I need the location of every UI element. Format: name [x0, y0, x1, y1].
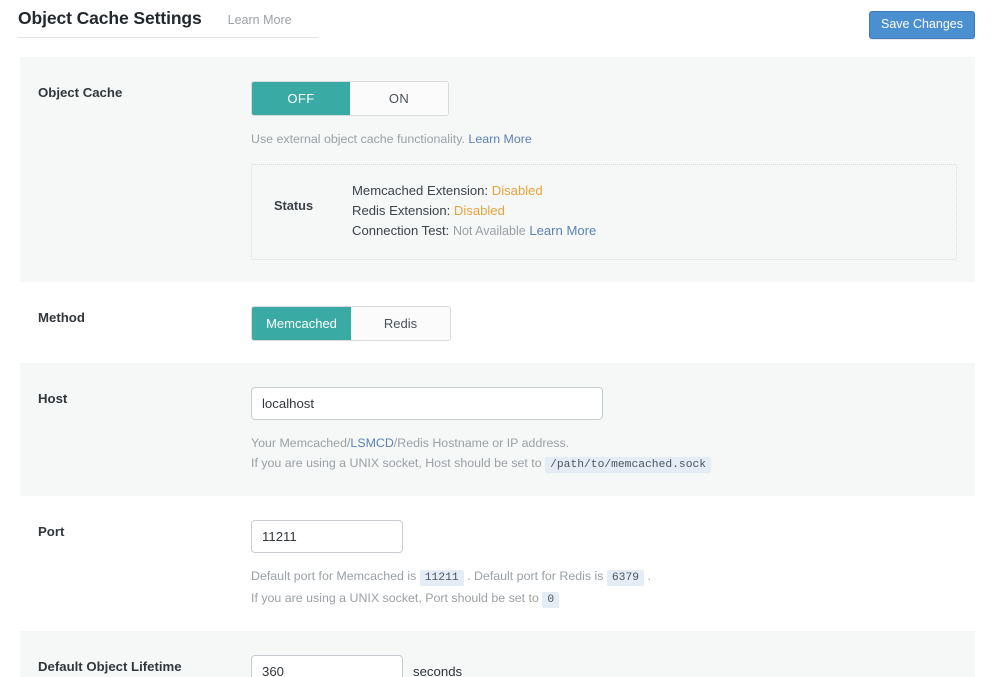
- settings-row-host: Host Your Memcached/LSMCD/Redis Hostname…: [20, 362, 975, 497]
- lifetime-unit-label: seconds: [413, 663, 463, 677]
- status-lines: Memcached Extension: Disabled Redis Exte…: [352, 181, 596, 241]
- method-toggle-memcached[interactable]: Memcached: [252, 306, 351, 340]
- port-help-text: Default port for Memcached is 11211 . De…: [251, 566, 957, 609]
- settings-row-object-cache: Object Cache OFF ON Use external object …: [20, 57, 975, 282]
- object-cache-status-panel: Status Memcached Extension: Disabled Red…: [251, 164, 957, 260]
- page-header: Object Cache Settings Learn More Save Ch…: [0, 0, 993, 57]
- row-label-method: Method: [38, 309, 85, 325]
- method-toggle-redis[interactable]: Redis: [351, 306, 450, 340]
- row-field-method: Memcached Redis: [251, 282, 975, 363]
- row-label-default-object-lifetime: Default Object Lifetime: [38, 658, 182, 674]
- header-learn-more-link[interactable]: Learn More: [228, 13, 292, 27]
- status-panel-label: Status: [274, 198, 314, 214]
- host-help-socket-path-code: /path/to/memcached.sock: [545, 456, 712, 473]
- port-input[interactable]: [251, 520, 403, 554]
- host-help-line1-suffix: /Redis Hostname or IP address.: [393, 435, 570, 450]
- object-cache-toggle-off[interactable]: OFF: [252, 82, 350, 115]
- host-help-text: Your Memcached/LSMCD/Redis Hostname or I…: [251, 433, 957, 474]
- port-help-line-1: Default port for Memcached is 11211 . De…: [251, 566, 957, 587]
- host-help-line-2: If you are using a UNIX socket, Host sho…: [251, 453, 957, 474]
- status-line-redis-extension: Redis Extension: Disabled: [352, 201, 596, 221]
- port-help-line-2: If you are using a UNIX socket, Port sho…: [251, 588, 957, 609]
- status-line-memcached-extension: Memcached Extension: Disabled: [352, 181, 596, 201]
- host-help-line-1: Your Memcached/LSMCD/Redis Hostname or I…: [251, 433, 957, 453]
- row-field-object-cache: OFF ON Use external object cache functio…: [251, 57, 975, 282]
- settings-row-port: Port Default port for Memcached is 11211…: [20, 496, 975, 631]
- row-field-port: Default port for Memcached is 11211 . De…: [251, 496, 975, 631]
- object-cache-toggle-on[interactable]: ON: [350, 82, 448, 115]
- host-help-line2-prefix: If you are using a UNIX socket, Host sho…: [251, 455, 542, 470]
- save-changes-button[interactable]: Save Changes: [868, 11, 975, 39]
- port-help-line1-c: .: [647, 569, 651, 584]
- status-key-memcached-extension: Memcached Extension:: [352, 183, 489, 199]
- row-label-host: Host: [38, 390, 68, 406]
- port-help-memcached-default-code: 11211: [419, 570, 464, 587]
- status-connection-test-learn-more-link[interactable]: Learn More: [529, 223, 596, 238]
- row-field-host: Your Memcached/LSMCD/Redis Hostname or I…: [251, 363, 975, 496]
- object-cache-help-text: Use external object cache functionality.…: [251, 129, 957, 149]
- status-key-redis-extension: Redis Extension:: [352, 202, 451, 218]
- default-object-lifetime-input[interactable]: [251, 654, 403, 677]
- status-value-memcached-extension: Disabled: [491, 183, 543, 199]
- port-help-line1-a: Default port for Memcached is: [251, 569, 417, 584]
- host-input[interactable]: [251, 386, 603, 420]
- header-titlebar: Object Cache Settings Learn More: [18, 8, 318, 38]
- settings-table: Object Cache OFF ON Use external object …: [20, 57, 975, 677]
- lifetime-field-inline: seconds: [251, 654, 957, 677]
- status-value-connection-test: Not Available: [452, 223, 526, 238]
- settings-row-default-object-lifetime: Default Object Lifetime seconds Default …: [20, 630, 975, 677]
- object-cache-help-learn-more-link[interactable]: Learn More: [468, 132, 531, 146]
- object-cache-toggle-group[interactable]: OFF ON: [251, 81, 449, 116]
- host-help-line1-prefix: Your Memcached/: [251, 435, 351, 450]
- host-help-lsmcd-link[interactable]: LSMCD: [350, 436, 393, 450]
- port-help-line1-b: . Default port for Redis is: [467, 569, 604, 584]
- settings-row-method: Method Memcached Redis: [20, 281, 975, 363]
- row-field-default-object-lifetime: seconds Default TTL for cached objects.: [251, 631, 975, 677]
- port-help-redis-default-code: 6379: [606, 570, 645, 587]
- status-value-redis-extension: Disabled: [453, 202, 505, 218]
- page-title: Object Cache Settings: [18, 8, 202, 28]
- object-cache-help-prefix: Use external object cache functionality.: [251, 132, 465, 146]
- method-toggle-group[interactable]: Memcached Redis: [251, 305, 451, 341]
- status-key-connection-test: Connection Test:: [352, 222, 450, 238]
- row-label-port: Port: [38, 524, 65, 540]
- port-help-socket-port-code: 0: [542, 591, 560, 608]
- status-line-connection-test: Connection Test: Not Available Learn Mor…: [352, 221, 596, 241]
- port-help-line2-a: If you are using a UNIX socket, Port sho…: [251, 590, 539, 605]
- row-label-object-cache: Object Cache: [38, 85, 123, 100]
